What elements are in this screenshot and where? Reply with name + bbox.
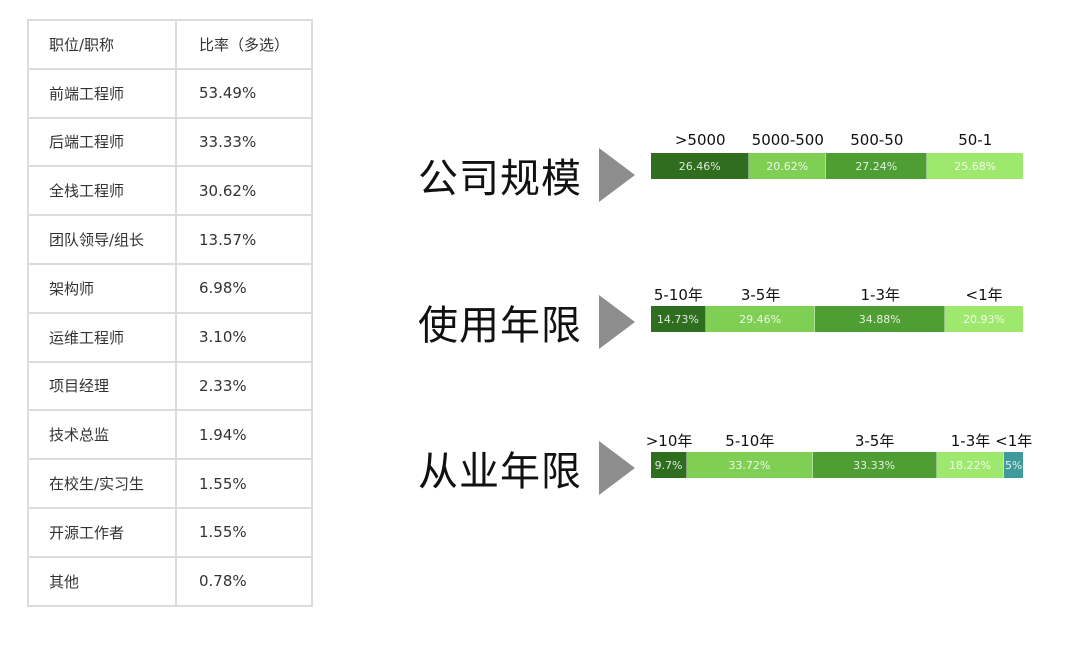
- role-cell: 运维工程师: [27, 311, 177, 363]
- role-cell: 项目经理: [27, 360, 177, 412]
- ratio-cell: 30.62%: [175, 165, 313, 217]
- table-header-row: 职位/职称 比率（多选）: [27, 19, 313, 70]
- ratio-cell: 53.49%: [175, 67, 313, 119]
- category-label: 50-1: [958, 131, 993, 149]
- category-label: 1-3年: [860, 286, 901, 304]
- ratio-cell: 13.57%: [175, 214, 313, 265]
- table-row: 全栈工程师 30.62%: [27, 165, 313, 217]
- job-role-table: 职位/职称 比率（多选） 前端工程师 53.49% 后端工程师 33.33% 全栈工程师 30…: [27, 19, 313, 607]
- role-cell: 全栈工程师: [27, 165, 177, 217]
- role-cell: 后端工程师: [27, 116, 177, 168]
- bar-segment: 9.7%: [651, 452, 688, 478]
- role-cell: 技术总监: [27, 409, 177, 461]
- table-row: 运维工程师 3.10%: [27, 311, 313, 363]
- table-row: 在校生/实习生 1.55%: [27, 458, 313, 509]
- bar-segment: 26.46%: [651, 153, 750, 179]
- category-label: <1年: [965, 286, 1003, 304]
- table-row: 前端工程师 53.49%: [27, 67, 313, 119]
- category-labels: 5-10年 3-5年 1-3年 <1年: [651, 284, 1023, 306]
- ratio-cell: 6.98%: [175, 262, 313, 314]
- table-row: 团队领导/组长 13.57%: [27, 214, 313, 265]
- bar-segment: 34.88%: [815, 306, 946, 332]
- section-title: 从业年限: [418, 449, 582, 495]
- ratio-cell: 3.10%: [175, 311, 313, 363]
- triangle-arrow-icon: [599, 441, 635, 495]
- triangle-arrow-icon: [599, 295, 635, 349]
- table-row: 技术总监 1.94%: [27, 409, 313, 461]
- bar-segment: 18.22%: [936, 452, 1005, 478]
- bar-segment: 20.93%: [945, 306, 1023, 332]
- role-cell: 前端工程师: [27, 67, 177, 119]
- bar-segment: 25.68%: [927, 153, 1023, 179]
- ratio-cell: 1.55%: [175, 506, 313, 558]
- category-label: 5-10年: [653, 286, 703, 304]
- stacked-bar: 14.73% 29.46% 34.88% 20.93%: [651, 306, 1023, 332]
- category-label: 3-5年: [854, 432, 895, 450]
- role-cell: 其他: [27, 555, 177, 607]
- category-label: <1年: [995, 432, 1033, 450]
- bar-segment: 20.62%: [749, 153, 827, 179]
- category-label: 1-3年: [950, 432, 991, 450]
- ratio-cell: 0.78%: [175, 555, 313, 607]
- category-label: >5000: [674, 131, 726, 149]
- role-cell: 在校生/实习生: [27, 458, 177, 509]
- bar-segment: 5%: [1004, 452, 1023, 478]
- table-row: 其他 0.78%: [27, 555, 313, 607]
- stacked-bar: 9.7% 33.72% 33.33% 18.22% 5%: [651, 452, 1023, 478]
- role-cell: 架构师: [27, 262, 177, 314]
- header-ratio: 比率（多选）: [175, 19, 313, 70]
- table-row: 项目经理 2.33%: [27, 360, 313, 412]
- category-label: 3-5年: [740, 286, 781, 304]
- stacked-bar: 26.46% 20.62% 27.24% 25.68%: [651, 153, 1023, 179]
- bar-segment: 33.33%: [812, 452, 937, 478]
- ratio-cell: 2.33%: [175, 360, 313, 412]
- category-labels: >5000 5000-500 500-50 50-1: [651, 131, 1023, 153]
- category-labels: >10年 5-10年 3-5年 1-3年 <1年: [646, 430, 1033, 452]
- triangle-arrow-icon: [599, 148, 635, 202]
- table-row: 架构师 6.98%: [27, 262, 313, 314]
- ratio-cell: 33.33%: [175, 116, 313, 168]
- category-label: 5-10年: [725, 432, 775, 450]
- table-row: 后端工程师 33.33%: [27, 116, 313, 168]
- bar-segment: 14.73%: [651, 306, 706, 332]
- company-size-section: 公司规模 >5000 5000-500 500-50 50-1 26.46% 20.62…: [418, 131, 1058, 215]
- role-cell: 开源工作者: [27, 506, 177, 558]
- work-years-section: 从业年限 >10年 5-10年 3-5年 1-3年 <1年 9.7% 33.72% 33.3…: [418, 428, 1058, 508]
- header-role: 职位/职称: [27, 19, 177, 70]
- usage-years-section: 使用年限 5-10年 3-5年 1-3年 <1年 14.73% 29.46% 34.88%…: [418, 282, 1058, 362]
- category-label: 500-50: [850, 131, 904, 149]
- bar-segment: 27.24%: [826, 153, 928, 179]
- section-title: 公司规模: [418, 156, 582, 202]
- ratio-cell: 1.94%: [175, 409, 313, 461]
- ratio-cell: 1.55%: [175, 458, 313, 509]
- category-label: 5000-500: [751, 131, 824, 149]
- role-cell: 团队领导/组长: [27, 214, 177, 265]
- bar-segment: 33.72%: [687, 452, 813, 478]
- bar-segment: 29.46%: [705, 306, 816, 332]
- section-title: 使用年限: [418, 303, 582, 349]
- table-row: 开源工作者 1.55%: [27, 506, 313, 558]
- category-label: >10年: [645, 432, 693, 450]
